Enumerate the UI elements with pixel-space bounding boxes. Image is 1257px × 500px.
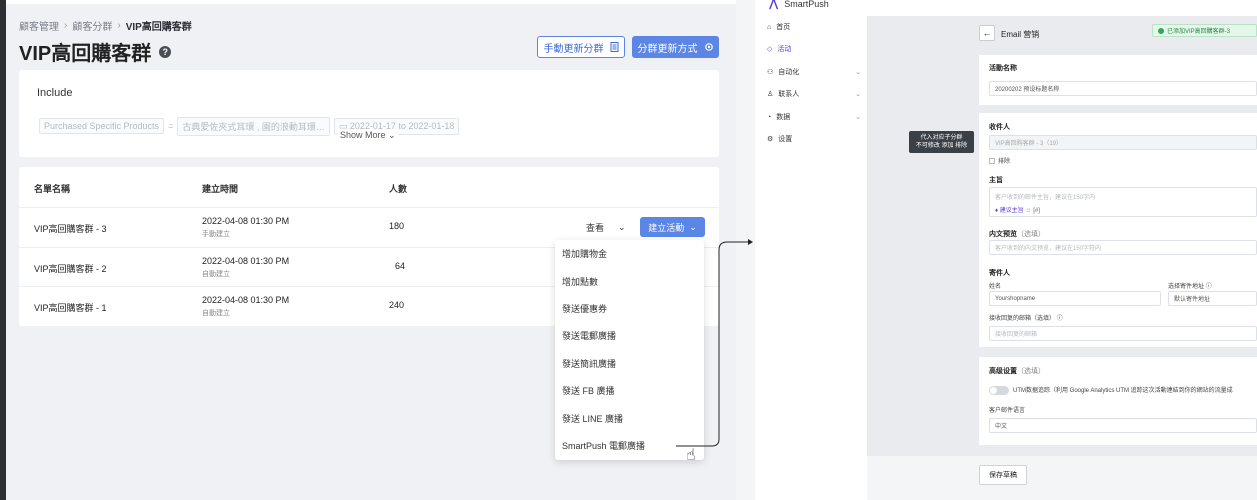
badge-text: 已添加VIP高回購客群-3 — [1167, 29, 1231, 35]
sidebar-item-label: 数据 — [776, 114, 791, 121]
language-select[interactable]: 中文 — [989, 418, 1257, 433]
chevron-down-icon: ⌄ — [855, 69, 861, 76]
sidebar-item-data[interactable]: ◔ 数据 ⌄ — [767, 112, 861, 122]
recipient-label: 收件人 — [989, 124, 1010, 131]
sidebar-item-label: 活动 — [777, 46, 792, 53]
help-icon[interactable]: ⓘ — [1057, 316, 1063, 322]
sender-address-select[interactable]: 默认寄件地址 — [1168, 291, 1257, 306]
arrow-left-icon: ← — [982, 28, 992, 38]
campaign-name-input[interactable]: 20200202 预设标题名称 — [989, 81, 1257, 96]
advanced-label: 高级设置（选填） — [989, 366, 1045, 376]
subject-placeholder: 客户收到的邮件主旨，建议在150字内 — [995, 195, 1096, 201]
subject-suggest[interactable]: 建议主旨 — [1000, 208, 1024, 214]
sender-name-input[interactable]: Yourshopname — [989, 291, 1161, 306]
exclude-checkbox[interactable]: 排除 — [989, 156, 1010, 165]
person-icon: ♙ — [767, 91, 774, 98]
sidebar-item-automation[interactable]: ⚇ 自动化 ⌄ — [767, 67, 861, 77]
sidebar-item-home[interactable]: ⌂ 首页 — [767, 22, 861, 32]
help-icon[interactable]: ⓘ — [1206, 284, 1212, 290]
utm-text: UTM数据追踪（利用 Google Analytics UTM 追踪这次活動連結… — [1013, 388, 1233, 394]
sidebar-item-contacts[interactable]: ♙ 联系人 ⌄ — [767, 89, 861, 99]
reply-input[interactable]: 接收回复的邮箱 — [989, 326, 1257, 341]
save-bar — [867, 456, 1257, 500]
utm-toggle[interactable] — [989, 385, 1009, 395]
bulb-icon: ♦ — [995, 208, 999, 214]
segment-tooltip: 代入对应子分群 不可修改 添加 排除 — [909, 131, 974, 153]
tag-icon: ◇ — [767, 46, 773, 53]
segment-added-badge: 已添加VIP高回購客群-3 — [1152, 24, 1257, 37]
gear-icon: ⚙ — [767, 136, 774, 143]
tooltip-line: 代入对应子分群 — [920, 135, 963, 141]
exclude-label: 排除 — [998, 159, 1011, 165]
chart-icon: ◔ — [767, 113, 772, 121]
sidebar-item-label: 首页 — [776, 24, 791, 31]
subject-suggest-row: ♦ 建议主旨 ☺ [#] — [995, 205, 1040, 214]
sender-address-label-row: 选择寄件地址 ⓘ — [1168, 281, 1212, 290]
campaign-name-card: 活動名称 20200202 预设标题名称 — [979, 55, 1257, 105]
smartpush-sidebar: ⌂ 首页 ◇ 活动 ⚇ 自动化 ⌄ ♙ 联系人 ⌄ ◔ 数据 ⌄ ⚙ 设置 — [755, 16, 867, 500]
automation-icon: ⚇ — [767, 69, 774, 76]
advanced-optional: （选填） — [1017, 368, 1045, 375]
sender-name-label: 姓名 — [989, 284, 1002, 290]
checkbox-icon — [989, 158, 995, 165]
sender-address-label: 选择寄件地址 — [1168, 284, 1205, 290]
smartpush-logo: ⋀ SmartPush — [769, 0, 829, 10]
sidebar-item-settings[interactable]: ⚙ 设置 — [767, 134, 861, 144]
sidebar-item-label: 设置 — [778, 136, 793, 143]
sender-label: 寄件人 — [989, 270, 1010, 277]
save-draft-button[interactable]: 保存草稿 — [979, 465, 1027, 485]
check-circle-icon — [1158, 27, 1164, 34]
reply-label-row: 接收回复的邮箱（选填） ⓘ — [989, 313, 1063, 322]
preview-label: 内文预览（选填） — [989, 229, 1045, 239]
language-label: 客户邮件语言 — [989, 408, 1026, 414]
sidebar-item-label: 自动化 — [778, 69, 800, 76]
campaign-name-label: 活動名称 — [989, 65, 1017, 72]
brand-name: SmartPush — [784, 0, 829, 9]
subject-label: 主旨 — [989, 177, 1003, 184]
sidebar-item-campaign[interactable]: ◇ 活动 — [767, 44, 861, 54]
logo-icon: ⋀ — [769, 0, 779, 10]
preview-label-text: 内文预览 — [989, 231, 1017, 238]
reply-label: 接收回复的邮箱（选填） — [989, 316, 1056, 322]
emoji-icon[interactable]: ☺ — [1025, 208, 1031, 214]
advanced-label-text: 高级设置 — [989, 368, 1017, 375]
home-icon: ⌂ — [767, 23, 772, 31]
chevron-down-icon: ⌄ — [855, 91, 861, 98]
utm-toggle-row: UTM数据追踪（利用 Google Analytics UTM 追踪这次活動連結… — [989, 385, 1257, 395]
subject-input[interactable]: 客户收到的邮件主旨，建议在150字内 ♦ 建议主旨 ☺ [#] — [989, 187, 1257, 217]
advanced-settings-card: 高级设置（选填） UTM数据追踪（利用 Google Analytics UTM… — [979, 357, 1257, 445]
sidebar-item-label: 联系人 — [778, 91, 800, 98]
smartpush-topbar: ⋀ SmartPush — [755, 0, 1257, 16]
recipient-input: VIP高回购客群 - 3（19） — [989, 135, 1257, 150]
subject-count: [#] — [1033, 208, 1040, 214]
tooltip-line: 不可修改 添加 排除 — [915, 143, 968, 149]
email-details-card: 收件人 VIP高回购客群 - 3（19） 排除 主旨 客户收到的邮件主旨，建议在… — [979, 113, 1257, 347]
back-button[interactable]: ← — [979, 25, 995, 41]
preview-optional: （选填） — [1017, 231, 1045, 238]
chevron-down-icon: ⌄ — [855, 114, 861, 121]
preview-input[interactable]: 客户收到的内文预览，建议在150字符内 — [989, 240, 1257, 255]
email-title: Email 营销 — [1001, 30, 1040, 39]
